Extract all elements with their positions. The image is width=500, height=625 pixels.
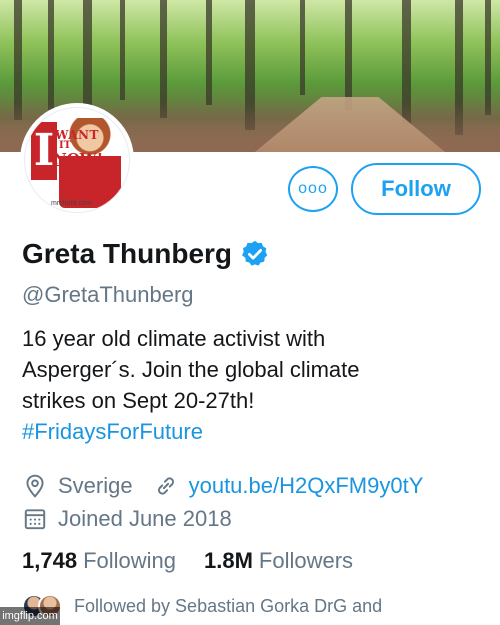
avatar-credit: mrchord.com bbox=[51, 200, 92, 207]
followed-by-text: Followed by Sebastian Gorka DrG and bbox=[74, 595, 383, 616]
followers-count[interactable]: 1.8M bbox=[204, 548, 253, 574]
profile-handle: @GretaThunberg bbox=[22, 282, 194, 307]
avatar-text-now: NOW! bbox=[53, 150, 104, 168]
profile-bio: 16 year old climate activist with Asperg… bbox=[22, 323, 492, 447]
bio-line: 16 year old climate activist with bbox=[22, 326, 326, 351]
followers-label[interactable]: Followers bbox=[259, 548, 353, 574]
profile-name-row: Greta Thunberg bbox=[22, 238, 270, 270]
calendar-icon bbox=[24, 508, 46, 529]
profile-meta: Sverige youtu.be/H2QxFM9y0tY Joined June… bbox=[22, 470, 492, 536]
link-icon bbox=[157, 476, 174, 495]
imgflip-watermark: imgflip.com bbox=[0, 607, 60, 625]
verified-badge-icon bbox=[242, 240, 268, 266]
location-pin-icon bbox=[26, 474, 44, 498]
hashtag-link[interactable]: #FridaysForFuture bbox=[22, 416, 492, 447]
avatar[interactable]: I WANT IT NOW! mrchord.com bbox=[20, 103, 134, 217]
profile-name: Greta Thunberg bbox=[22, 238, 233, 269]
following-count[interactable]: 1,748 bbox=[22, 548, 77, 574]
profile-stats: 1,748 Following 1.8M Followers bbox=[22, 548, 381, 574]
bio-line: Asperger´s. Join the global climate bbox=[22, 357, 360, 382]
more-options-icon: ooo bbox=[298, 180, 328, 197]
more-options-button[interactable]: ooo bbox=[288, 166, 338, 212]
website-link[interactable]: youtu.be/H2QxFM9y0tY bbox=[189, 473, 424, 499]
followed-by-row[interactable]: Followed by Sebastian Gorka DrG and bbox=[22, 594, 382, 618]
following-label[interactable]: Following bbox=[83, 548, 176, 574]
avatar-image: I WANT IT NOW! mrchord.com bbox=[24, 107, 130, 213]
bio-line: strikes on Sept 20-27th! bbox=[22, 388, 255, 413]
joined-date-text: Joined June 2018 bbox=[58, 505, 232, 531]
location-text: Sverige bbox=[58, 472, 133, 498]
follow-button[interactable]: Follow bbox=[351, 163, 481, 215]
